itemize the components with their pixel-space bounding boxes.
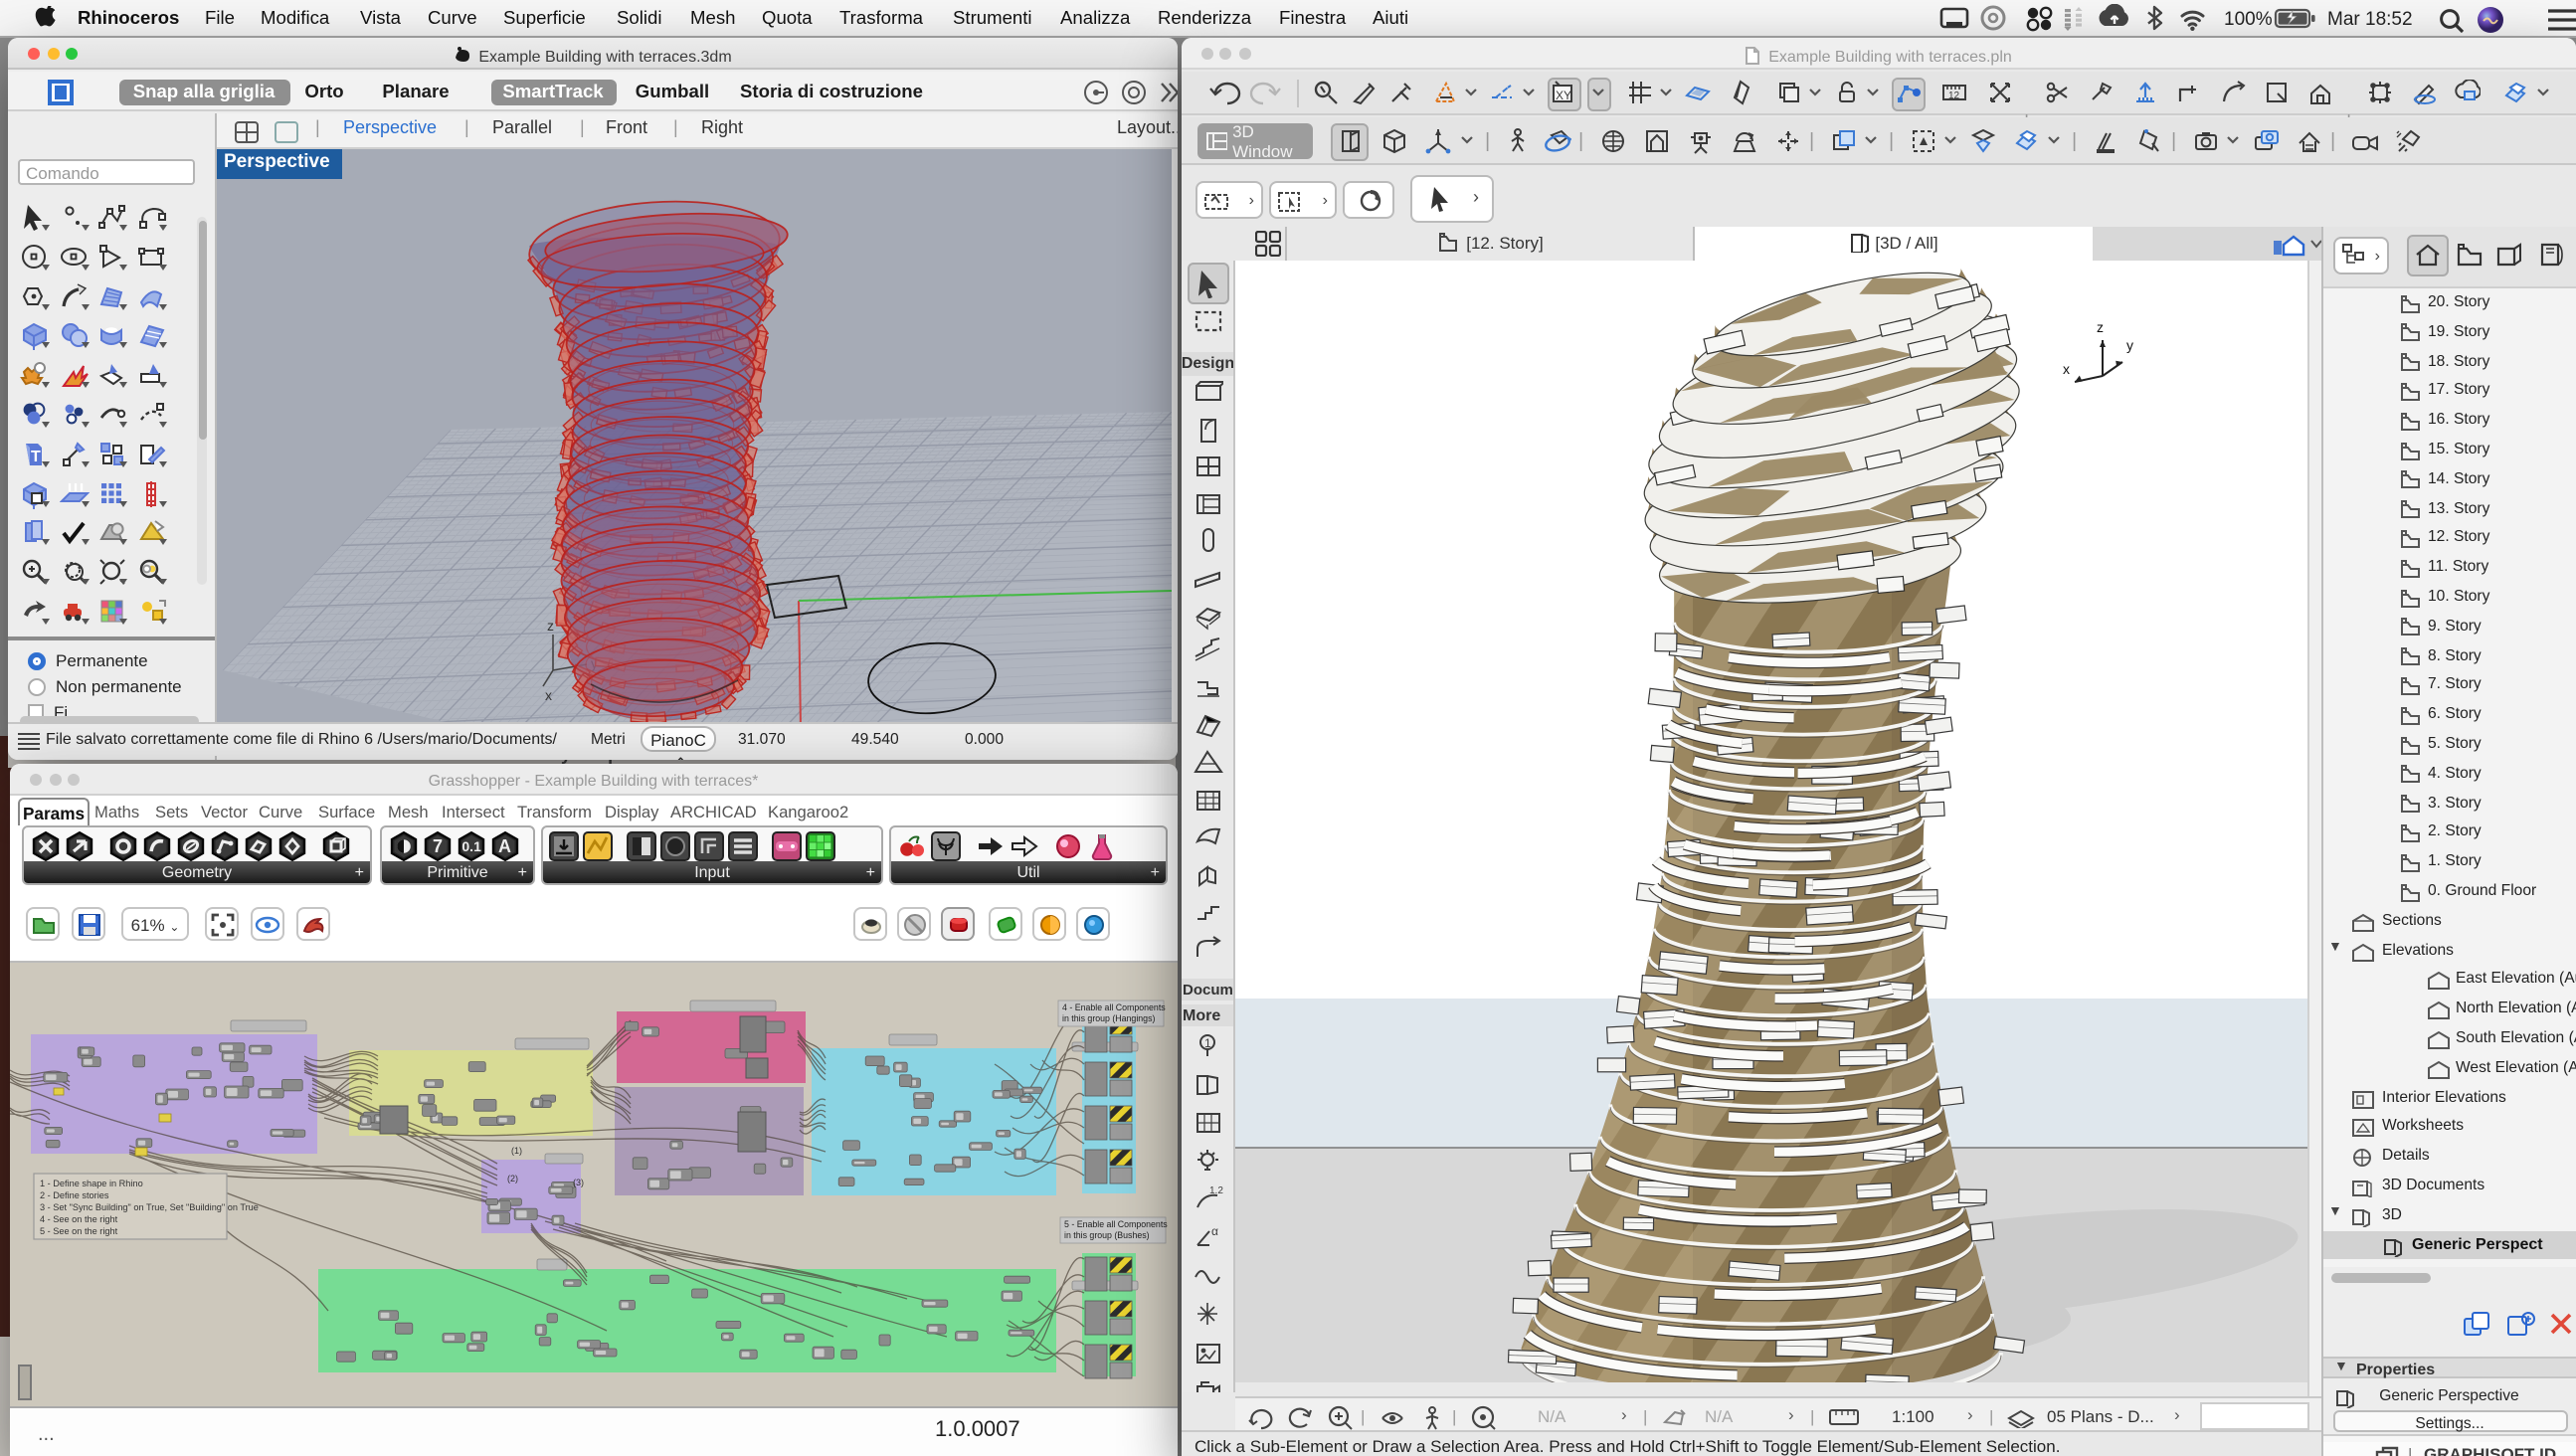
svg-text:5 - Enable all Components: 5 - Enable all Components <box>1064 1219 1168 1229</box>
svg-text:1.2: 1.2 <box>1208 1185 1222 1196</box>
svg-text:T: T <box>31 449 41 465</box>
svg-text:3 - Set "Sync Building" on Tru: 3 - Set "Sync Building" on True, Set "Bu… <box>40 1202 259 1212</box>
svg-text:0.1: 0.1 <box>461 837 481 853</box>
svg-text:100%: 100% <box>2224 9 2273 30</box>
svg-text:4 - See on the right: 4 - See on the right <box>40 1214 118 1224</box>
svg-text:Mar 18:52: Mar 18:52 <box>2327 9 2413 30</box>
svg-text:y: y <box>2126 337 2133 353</box>
svg-text:5 - See on the right: 5 - See on the right <box>40 1226 118 1236</box>
svg-text:7: 7 <box>433 835 443 855</box>
svg-text:(2): (2) <box>507 1174 518 1183</box>
svg-text:in this group (Hangings): in this group (Hangings) <box>1062 1013 1155 1023</box>
svg-text:x: x <box>544 686 551 702</box>
svg-text:(3): (3) <box>573 1178 584 1187</box>
svg-text:1 - Define shape in Rhino: 1 - Define shape in Rhino <box>40 1179 143 1188</box>
svg-text:12: 12 <box>1947 91 1959 101</box>
svg-text:x: x <box>2063 361 2070 377</box>
svg-text:z: z <box>2097 319 2104 335</box>
svg-text:XY: XY <box>1555 89 1570 102</box>
svg-text:z: z <box>546 617 553 633</box>
svg-text:1: 1 <box>1203 1036 1210 1050</box>
svg-text:4 - Enable all Components: 4 - Enable all Components <box>1062 1002 1166 1012</box>
svg-text:(1): (1) <box>511 1146 522 1156</box>
svg-text:A: A <box>498 835 511 855</box>
svg-text:2 - Define stories: 2 - Define stories <box>40 1190 109 1200</box>
svg-text:α: α <box>1210 1224 1217 1238</box>
svg-text:in this group (Bushes): in this group (Bushes) <box>1064 1230 1150 1240</box>
